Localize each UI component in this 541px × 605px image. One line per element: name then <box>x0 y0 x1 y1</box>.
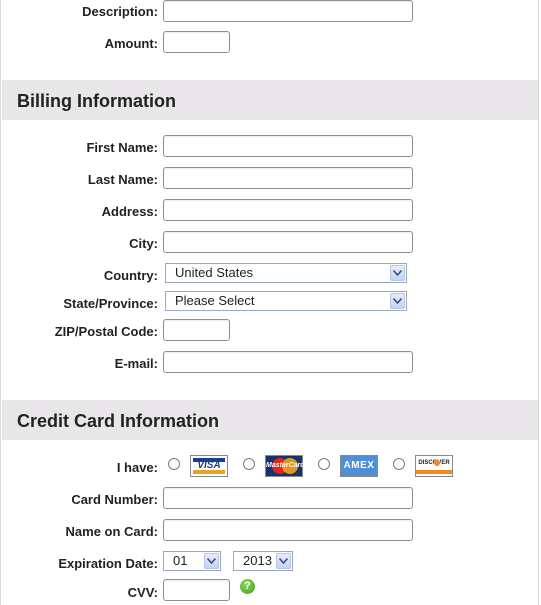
first-name-label: First Name: <box>86 140 158 155</box>
state-select[interactable]: Please Select <box>165 291 407 311</box>
address-input[interactable] <box>163 199 413 221</box>
email-input[interactable] <box>163 351 413 373</box>
visa-icon: VISA <box>190 455 228 477</box>
chevron-down-icon[interactable] <box>390 265 405 281</box>
amount-input[interactable] <box>163 31 230 53</box>
chevron-down-icon[interactable] <box>276 553 291 569</box>
zip-input[interactable] <box>163 319 230 341</box>
country-label: Country: <box>103 268 158 283</box>
country-select[interactable]: United States <box>165 263 407 283</box>
city-label: City: <box>129 236 158 251</box>
city-input[interactable] <box>163 231 413 253</box>
billing-section-header: Billing Information <box>2 80 538 120</box>
credit-card-section-header: Credit Card Information <box>2 400 538 440</box>
visa-logo-text: VISA <box>197 460 221 471</box>
amex-icon: AMEX <box>340 455 378 477</box>
i-have-label: I have: <box>116 460 158 475</box>
card-number-input[interactable] <box>163 487 413 509</box>
email-label: E-mail: <box>114 356 158 371</box>
card-type-radio-visa[interactable] <box>168 458 180 470</box>
cvv-label: CVV: <box>127 585 158 600</box>
billing-section-title: Billing Information <box>17 91 176 111</box>
question-icon[interactable]: ? <box>240 579 255 594</box>
card-type-radio-mastercard[interactable] <box>243 458 255 470</box>
amex-logo-text: AMEX <box>343 460 375 471</box>
cvv-input[interactable] <box>163 579 230 601</box>
card-type-radio-discover[interactable] <box>393 458 405 470</box>
last-name-input[interactable] <box>163 167 413 189</box>
description-input[interactable] <box>163 0 413 22</box>
chevron-down-icon[interactable] <box>204 553 219 569</box>
state-label: State/Province: <box>63 296 158 311</box>
card-type-radio-amex[interactable] <box>318 458 330 470</box>
frame-right-border <box>538 0 539 605</box>
expiration-month-select[interactable]: 01 <box>163 551 221 571</box>
zip-label: ZIP/Postal Code: <box>54 324 158 339</box>
credit-card-section-title: Credit Card Information <box>17 411 220 431</box>
card-number-label: Card Number: <box>71 492 158 507</box>
mastercard-icon: MasterCard <box>265 455 305 477</box>
expiration-month-value: 01 <box>173 553 188 568</box>
expiration-year-select[interactable]: 2013 <box>233 551 293 571</box>
country-select-value: United States <box>175 265 254 280</box>
mastercard-logo-text: MasterCard <box>266 462 305 469</box>
name-on-card-label: Name on Card: <box>65 524 158 539</box>
name-on-card-input[interactable] <box>163 519 413 541</box>
chevron-down-icon[interactable] <box>390 293 405 309</box>
discover-icon: DISCOVER <box>415 455 453 477</box>
address-label: Address: <box>101 204 158 219</box>
amount-label: Amount: <box>104 36 158 51</box>
expiration-year-value: 2013 <box>243 553 272 568</box>
expiration-date-label: Expiration Date: <box>58 556 158 571</box>
state-select-value: Please Select <box>175 293 255 308</box>
last-name-label: Last Name: <box>87 172 158 187</box>
first-name-input[interactable] <box>163 135 413 157</box>
description-label: Description: <box>82 4 158 19</box>
